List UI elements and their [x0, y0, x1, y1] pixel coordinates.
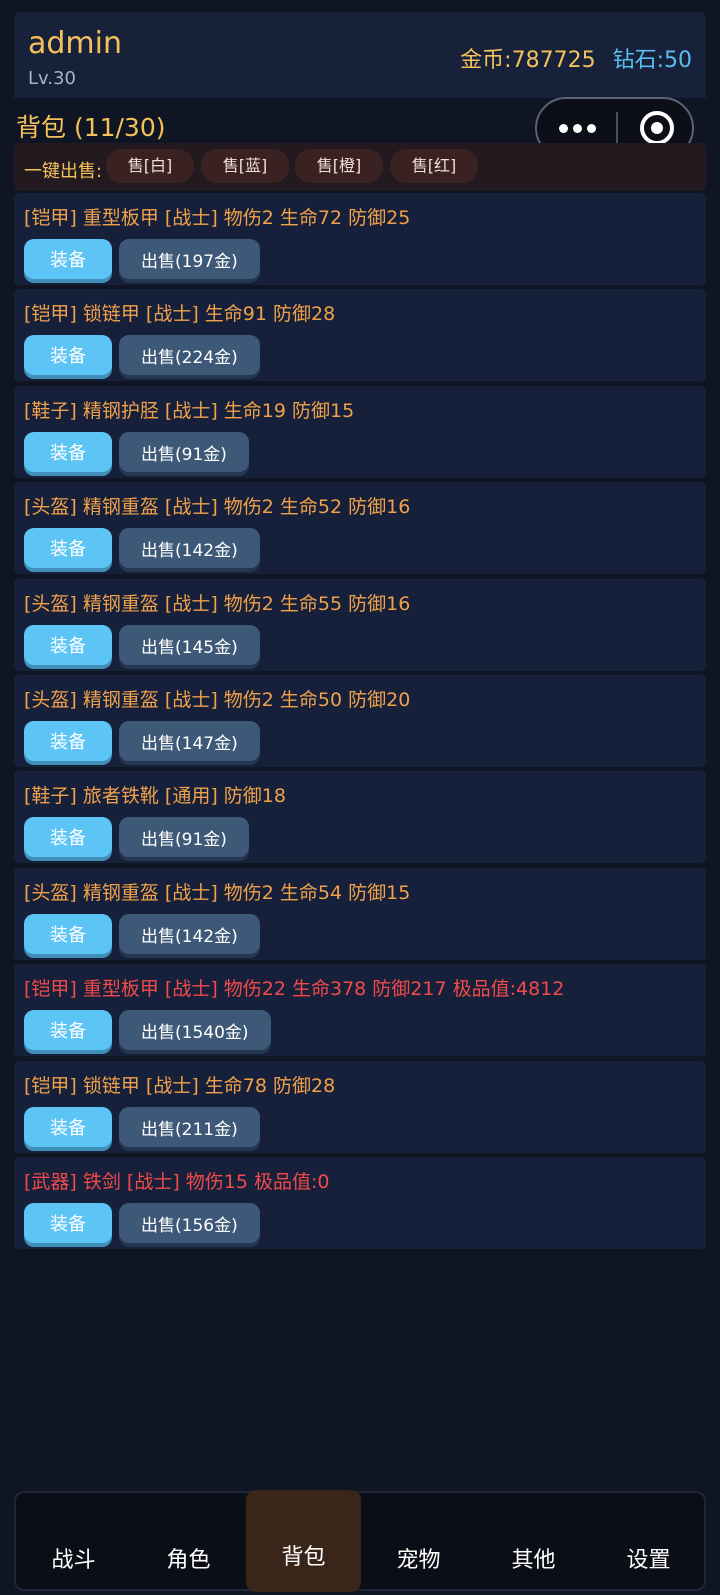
inventory-item: [鞋子] 精钢护胫 [战士] 生命19 防御15 装备 出售(91金): [14, 386, 706, 478]
player-header: admin Lv.30 金币:787725 钻石:50: [14, 12, 706, 98]
tab-battle-label: 战斗: [51, 1548, 96, 1573]
item-description: [铠甲] 重型板甲 [战士] 物伤2 生命72 防御25: [24, 207, 411, 229]
tab-settings-label: 设置: [626, 1548, 671, 1573]
tab-battle[interactable]: 战斗: [16, 1493, 131, 1591]
item-description: [头盔] 精钢重盔 [战士] 物伤2 生命55 防御16: [24, 593, 411, 615]
sell-button[interactable]: 出售(197金): [119, 239, 260, 279]
sell-button[interactable]: 出售(211金): [119, 1107, 260, 1147]
equip-button[interactable]: 装备: [24, 1107, 112, 1147]
sell-button[interactable]: 出售(142金): [119, 528, 260, 568]
equip-button[interactable]: 装备: [24, 817, 112, 857]
equip-button[interactable]: 装备: [24, 1203, 112, 1243]
target-icon[interactable]: [640, 111, 674, 145]
sell-red-button[interactable]: 售[红]: [390, 149, 478, 183]
item-description: [武器] 铁剑 [战士] 物伤15 极品值:0: [24, 1171, 330, 1193]
sell-white-button[interactable]: 售[白]: [106, 149, 194, 183]
sell-button[interactable]: 出售(1540金): [119, 1010, 271, 1050]
tab-other-label: 其他: [511, 1548, 556, 1573]
diamond-amount: 钻石:50: [612, 48, 692, 73]
quick-sell-bar: 一键出售: 售[白] 售[蓝] 售[橙] 售[红]: [14, 143, 706, 191]
item-description: [头盔] 精钢重盔 [战士] 物伤2 生命52 防御16: [24, 496, 411, 518]
equip-button[interactable]: 装备: [24, 239, 112, 279]
tab-bag-label: 背包: [281, 1545, 326, 1570]
player-level: Lv.30: [28, 68, 76, 89]
item-description: [头盔] 精钢重盔 [战士] 物伤2 生命50 防御20: [24, 689, 411, 711]
gold-amount: 金币:787725: [460, 48, 596, 73]
inventory-item: [铠甲] 重型板甲 [战士] 物伤22 生命378 防御217 极品值:4812…: [14, 964, 706, 1056]
sell-button[interactable]: 出售(147金): [119, 721, 260, 761]
sell-button[interactable]: 出售(224金): [119, 335, 260, 375]
inventory-item: [铠甲] 锁链甲 [战士] 生命91 防御28 装备 出售(224金): [14, 289, 706, 381]
tab-character-label: 角色: [166, 1548, 211, 1573]
equip-button[interactable]: 装备: [24, 1010, 112, 1050]
sell-button[interactable]: 出售(91金): [119, 432, 249, 472]
equip-button[interactable]: 装备: [24, 335, 112, 375]
inventory-item: [头盔] 精钢重盔 [战士] 物伤2 生命52 防御16 装备 出售(142金): [14, 482, 706, 574]
sell-blue-button[interactable]: 售[蓝]: [201, 149, 289, 183]
inventory-item: [铠甲] 锁链甲 [战士] 生命78 防御28 装备 出售(211金): [14, 1061, 706, 1153]
quick-sell-label: 一键出售:: [24, 161, 103, 182]
sell-orange-button[interactable]: 售[橙]: [295, 149, 383, 183]
inventory-item: [武器] 铁剑 [战士] 物伤15 极品值:0 装备 出售(156金): [14, 1157, 706, 1249]
bottom-nav: 战斗 角色 背包 宠物 其他 设置: [14, 1490, 706, 1592]
inventory-item: [头盔] 精钢重盔 [战士] 物伤2 生命55 防御16 装备 出售(145金): [14, 579, 706, 671]
equip-button[interactable]: 装备: [24, 528, 112, 568]
item-description: [鞋子] 精钢护胫 [战士] 生命19 防御15: [24, 400, 355, 422]
tab-pet[interactable]: 宠物: [361, 1493, 476, 1591]
username: admin: [28, 26, 122, 61]
inventory-item: [鞋子] 旅者铁靴 [通用] 防御18 装备 出售(91金): [14, 771, 706, 863]
tab-bag[interactable]: 背包: [246, 1490, 361, 1592]
equip-button[interactable]: 装备: [24, 625, 112, 665]
sell-button[interactable]: 出售(91金): [119, 817, 249, 857]
sell-button[interactable]: 出售(145金): [119, 625, 260, 665]
equip-button[interactable]: 装备: [24, 914, 112, 954]
item-description: [鞋子] 旅者铁靴 [通用] 防御18: [24, 785, 286, 807]
sell-button[interactable]: 出售(156金): [119, 1203, 260, 1243]
tab-settings[interactable]: 设置: [591, 1493, 706, 1591]
equip-button[interactable]: 装备: [24, 721, 112, 761]
inventory-item: [铠甲] 重型板甲 [战士] 物伤2 生命72 防御25 装备 出售(197金): [14, 193, 706, 285]
item-description: [铠甲] 锁链甲 [战士] 生命91 防御28: [24, 303, 336, 325]
more-dots-icon[interactable]: [559, 113, 597, 143]
inventory-item: [头盔] 精钢重盔 [战士] 物伤2 生命54 防御15 装备 出售(142金): [14, 868, 706, 960]
item-description: [铠甲] 锁链甲 [战士] 生命78 防御28: [24, 1075, 336, 1097]
currency-display: 金币:787725 钻石:50: [460, 42, 692, 74]
inventory-item: [头盔] 精钢重盔 [战士] 物伤2 生命50 防御20 装备 出售(147金): [14, 675, 706, 767]
equip-button[interactable]: 装备: [24, 432, 112, 472]
tab-pet-label: 宠物: [396, 1548, 441, 1573]
item-description: [头盔] 精钢重盔 [战士] 物伤2 生命54 防御15: [24, 882, 411, 904]
bag-title: 背包 (11/30): [16, 113, 166, 142]
tab-character[interactable]: 角色: [131, 1493, 246, 1591]
tab-other[interactable]: 其他: [476, 1493, 591, 1591]
sell-button[interactable]: 出售(142金): [119, 914, 260, 954]
capsule-divider: [616, 112, 618, 146]
item-description: [铠甲] 重型板甲 [战士] 物伤22 生命378 防御217 极品值:4812: [24, 978, 565, 1000]
